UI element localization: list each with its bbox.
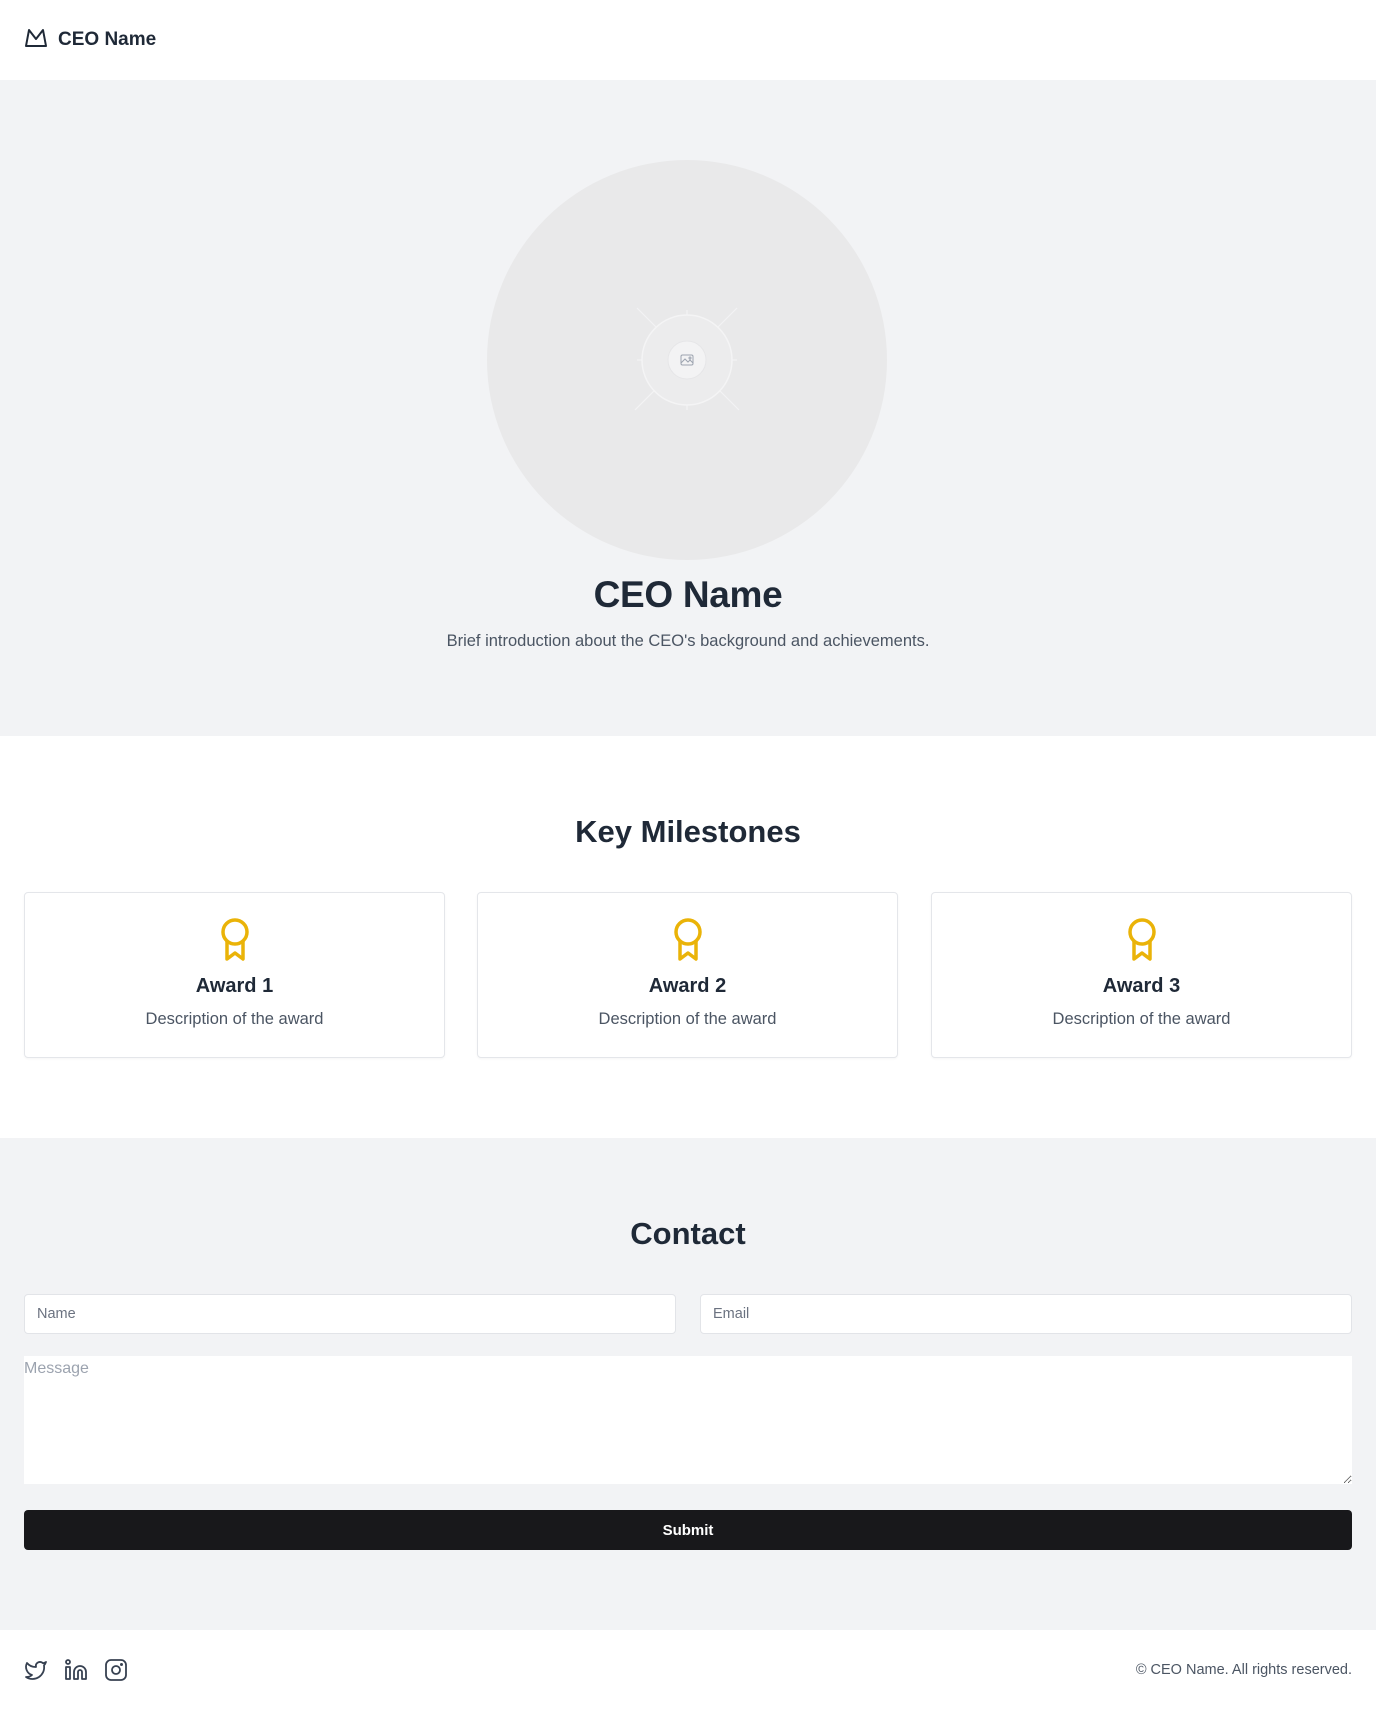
contact-heading: Contact (630, 1216, 746, 1251)
ceo-name-heading: CEO Name (593, 574, 783, 615)
milestone-card: Award 3 Description of the award (931, 892, 1352, 1058)
brand-name: CEO Name (58, 29, 157, 50)
award-icon (1125, 917, 1159, 963)
brand-link[interactable]: CEO Name (24, 26, 156, 54)
hero-section: CEO Name Brief introduction about the CE… (0, 80, 1376, 736)
social-links (24, 1658, 128, 1682)
email-input[interactable] (700, 1294, 1352, 1334)
award-icon (218, 917, 252, 963)
copyright-text: © CEO Name. All rights reserved. (1135, 1662, 1352, 1678)
site-header: CEO Name (0, 0, 1376, 80)
image-placeholder-icon (634, 307, 740, 411)
milestone-description: Description of the award (1052, 1010, 1231, 1028)
milestone-card: Award 1 Description of the award (24, 892, 445, 1058)
milestone-title: Award 2 (648, 975, 727, 997)
ceo-portrait (487, 160, 887, 560)
name-input[interactable] (24, 1294, 676, 1334)
ceo-intro: Brief introduction about the CEO's backg… (446, 632, 930, 650)
milestones-section: Key Milestones Award 1 Description of th… (0, 736, 1376, 1138)
milestone-description: Description of the award (145, 1010, 324, 1028)
award-icon (671, 917, 705, 963)
contact-section: Contact Submit (0, 1138, 1376, 1630)
milestone-title: Award 1 (195, 975, 274, 997)
instagram-icon[interactable] (104, 1658, 128, 1682)
message-textarea[interactable] (24, 1356, 1352, 1484)
milestone-title: Award 3 (1102, 975, 1181, 997)
site-footer: © CEO Name. All rights reserved. (0, 1630, 1376, 1710)
submit-button[interactable]: Submit (24, 1510, 1352, 1550)
twitter-icon[interactable] (24, 1658, 48, 1682)
crown-icon (24, 26, 48, 55)
milestones-heading: Key Milestones (575, 814, 801, 849)
linkedin-icon[interactable] (64, 1658, 88, 1682)
milestone-description: Description of the award (598, 1010, 777, 1028)
milestone-card: Award 2 Description of the award (477, 892, 898, 1058)
